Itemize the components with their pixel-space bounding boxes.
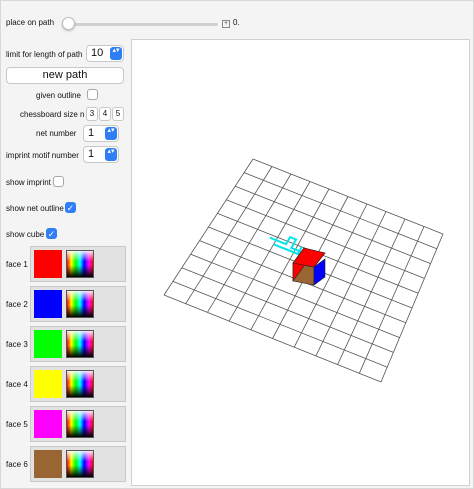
show-cube-checkbox[interactable]: ✓ — [46, 228, 57, 239]
face-label: face 6 — [6, 460, 28, 469]
path-length-label: limit for length of path — [6, 50, 83, 59]
color-spectrum-icon[interactable] — [66, 330, 94, 358]
net-number-value: 1 — [88, 127, 95, 139]
show-net-outline-checkbox[interactable]: ✓ — [65, 202, 76, 213]
place-on-path-slider-knob[interactable] — [62, 17, 75, 30]
show-net-outline-label: show net outline — [6, 204, 64, 213]
new-path-button[interactable]: new path — [6, 67, 124, 84]
color-spectrum-icon[interactable] — [66, 450, 94, 478]
face-label: face 3 — [6, 340, 28, 349]
imprint-motif-dropdown[interactable]: 1 ▴▾ — [83, 146, 119, 163]
face-label: face 2 — [6, 300, 28, 309]
face-color-swatch[interactable] — [34, 450, 62, 478]
place-on-path-value: 0. — [233, 18, 240, 27]
grid-line — [181, 267, 394, 353]
path-length-dropdown[interactable]: 10 ▴▾ — [86, 45, 124, 62]
given-outline-label: given outline — [36, 91, 81, 100]
color-spectrum-icon[interactable] — [66, 410, 94, 438]
chessboard-size-4-button[interactable]: 4 — [99, 107, 111, 121]
given-outline-checkbox[interactable] — [87, 89, 98, 100]
face-color-swatch[interactable] — [34, 370, 62, 398]
face-color-picker[interactable] — [30, 366, 126, 402]
chessboard-scene[interactable] — [132, 40, 471, 487]
face-color-picker[interactable] — [30, 446, 126, 482]
face-color-picker[interactable] — [30, 286, 126, 322]
dropdown-arrows-icon: ▴▾ — [105, 127, 117, 140]
grid-line — [172, 281, 388, 368]
grid-line — [163, 294, 382, 383]
place-on-path-label: place on path — [6, 18, 55, 27]
chessboard-size-3-button[interactable]: 3 — [86, 107, 98, 121]
plus-icon[interactable]: + — [222, 20, 230, 28]
imprint-motif-value: 1 — [88, 148, 95, 160]
face-color-swatch[interactable] — [34, 290, 62, 318]
face-color-picker[interactable] — [30, 326, 126, 362]
place-on-path-slider-track[interactable] — [68, 23, 218, 26]
color-spectrum-icon[interactable] — [66, 370, 94, 398]
chessboard-size-5-button[interactable]: 5 — [112, 107, 124, 121]
dropdown-arrows-icon: ▴▾ — [105, 148, 117, 161]
face-color-swatch[interactable] — [34, 250, 62, 278]
face-label: face 4 — [6, 380, 28, 389]
imprint-motif-label: imprint motif number — [6, 151, 79, 160]
face-color-picker[interactable] — [30, 246, 126, 282]
show-cube-label: show cube — [6, 230, 45, 239]
color-spectrum-icon[interactable] — [66, 290, 94, 318]
face-label: face 1 — [6, 260, 28, 269]
path-length-value: 10 — [91, 47, 104, 59]
3d-viewport[interactable] — [131, 39, 470, 486]
net-number-dropdown[interactable]: 1 ▴▾ — [83, 125, 119, 142]
color-spectrum-icon[interactable] — [66, 250, 94, 278]
face-color-picker[interactable] — [30, 406, 126, 442]
show-imprint-checkbox[interactable] — [53, 176, 64, 187]
face-color-swatch[interactable] — [34, 410, 62, 438]
chessboard-size-label: chessboard size n — [20, 110, 85, 119]
face-label: face 5 — [6, 420, 28, 429]
show-imprint-label: show imprint — [6, 178, 51, 187]
dropdown-arrows-icon: ▴▾ — [110, 47, 122, 60]
face-color-swatch[interactable] — [34, 330, 62, 358]
net-number-label: net number — [36, 129, 77, 138]
